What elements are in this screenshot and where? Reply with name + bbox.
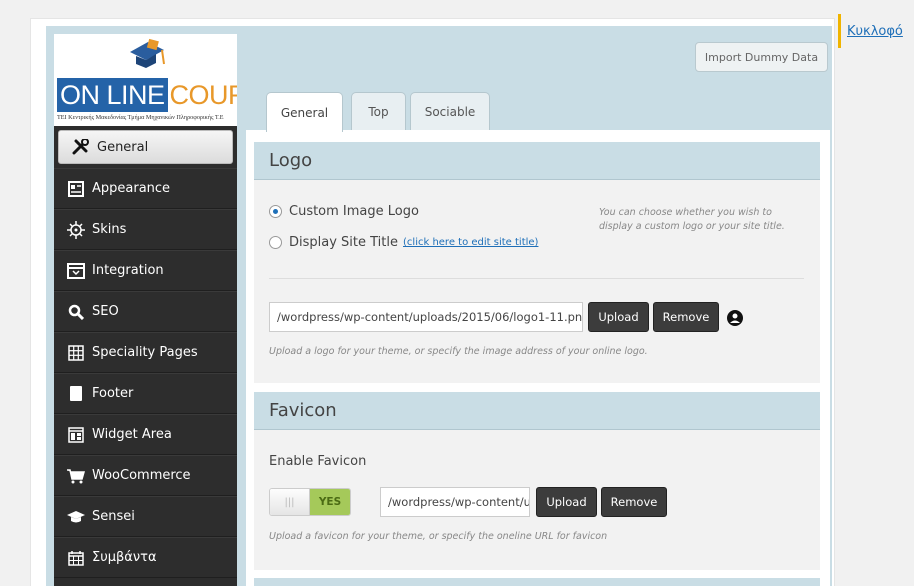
radio-label: Custom Image Logo	[289, 204, 419, 219]
toggle-state: YES	[310, 489, 350, 515]
layout-icon	[66, 180, 86, 198]
sidebar-item-label: Widget Area	[92, 427, 172, 442]
tab-general[interactable]: General	[266, 92, 343, 132]
page-icon	[66, 385, 86, 403]
window-icon	[66, 262, 86, 280]
logo-upload-button[interactable]: Upload	[588, 302, 649, 332]
sidebar-item-widget-area[interactable]: Widget Area	[54, 414, 237, 455]
logo-word-courses: COURCES	[169, 80, 237, 110]
sidebar-item-sensei[interactable]: Sensei	[54, 496, 237, 537]
calendar-icon	[66, 549, 86, 567]
sidebar-item-label: Appearance	[92, 181, 171, 196]
radio-selected-icon	[269, 205, 282, 218]
site-logo: ON LINECOURCES ΤΕΙ Κεντρικής Μακεδονίας …	[54, 34, 237, 126]
tab-top[interactable]: Top	[351, 92, 406, 130]
enable-favicon-toggle[interactable]: ||| YES	[269, 488, 351, 516]
side-link[interactable]: Κυκλοφό	[838, 14, 914, 48]
favicon-section-title: Favicon	[254, 392, 820, 430]
sidebar-item-label: Integration	[92, 263, 164, 278]
sidebar-item-footer[interactable]: Footer	[54, 373, 237, 414]
favicon-remove-button[interactable]: Remove	[601, 487, 667, 517]
graduation-cap-icon	[66, 508, 86, 526]
toggle-knob: |||	[270, 489, 310, 515]
divider	[269, 278, 804, 279]
favicon-upload-help: Upload a favicon for your theme, or spec…	[269, 531, 608, 542]
sidebar-item-label: Skins	[92, 222, 127, 237]
sidebar-item-integration[interactable]: Integration	[54, 250, 237, 291]
sidebar-item-events[interactable]: Συμβάντα	[54, 537, 237, 578]
logo-word-on: ON LINE	[57, 78, 168, 112]
sidebar-item-label: Footer	[92, 386, 134, 401]
wrench-icon	[71, 138, 91, 156]
options-sidebar: ON LINECOURCES ΤΕΙ Κεντρικής Μακεδονίας …	[54, 34, 237, 586]
radio-display-site-title[interactable]: Display Site Title (click here to edit s…	[269, 235, 538, 250]
logo-section-title: Logo	[254, 142, 820, 180]
sidebar-item-general[interactable]: General	[58, 130, 233, 164]
logo-section-body: Custom Image Logo Display Site Title (cl…	[254, 180, 820, 383]
cart-icon	[66, 467, 86, 485]
search-icon	[66, 303, 86, 321]
sidebar-item-appearance[interactable]: Appearance	[54, 168, 237, 209]
logo-upload-help: Upload a logo for your theme, or specify…	[269, 346, 648, 357]
sidebar-item-label: General	[97, 139, 149, 155]
radio-label: Display Site Title	[289, 235, 399, 250]
grid-icon	[66, 344, 86, 362]
tab-sociable[interactable]: Sociable	[410, 92, 490, 130]
sidebar-item-skins[interactable]: Skins	[54, 209, 237, 250]
sidebar-item-label: WooCommerce	[92, 468, 191, 483]
logo-wordmark: ON LINECOURCES	[57, 78, 237, 112]
sidebar-item-speciality-pages[interactable]: Speciality Pages	[54, 332, 237, 373]
next-section-header	[254, 578, 820, 586]
sidebar-item-seo[interactable]: SEO	[54, 291, 237, 332]
tab-content: Logo Custom Image Logo Display Site Titl…	[246, 130, 830, 586]
theme-options-panel: ON LINECOURCES ΤΕΙ Κεντρικής Μακεδονίας …	[46, 26, 832, 586]
favicon-path-input[interactable]: /wordpress/wp-content/u	[380, 487, 530, 517]
sidebar-item-label: Sensei	[92, 509, 135, 524]
skin-wheel-icon	[66, 220, 86, 239]
image-preview-icon[interactable]	[727, 310, 743, 326]
sidebar-item-woocommerce[interactable]: WooCommerce	[54, 455, 237, 496]
radio-custom-image-logo[interactable]: Custom Image Logo	[269, 204, 419, 219]
sidebar-item-label: Speciality Pages	[92, 345, 198, 360]
graduation-cap-logo-icon	[130, 38, 165, 68]
favicon-section-body: Enable Favicon ||| YES /wordpress/wp-con…	[254, 430, 820, 570]
enable-favicon-label: Enable Favicon	[269, 454, 367, 469]
logo-path-input[interactable]: /wordpress/wp-content/uploads/2015/06/lo…	[269, 302, 583, 332]
favicon-upload-button[interactable]: Upload	[536, 487, 597, 517]
sidebar-item-label: SEO	[92, 304, 119, 319]
sidebar-item-label: Συμβάντα	[92, 550, 157, 565]
logo-type-hint: You can choose whether you wish to displ…	[599, 207, 785, 232]
logo-subtitle: ΤΕΙ Κεντρικής Μακεδονίας Τμήμα Μηχανικών…	[57, 114, 224, 121]
import-dummy-data-button[interactable]: Import Dummy Data	[695, 42, 828, 72]
radio-unselected-icon	[269, 236, 282, 249]
widget-icon	[66, 426, 86, 444]
edit-site-title-link[interactable]: (click here to edit site title)	[403, 237, 538, 248]
logo-remove-button[interactable]: Remove	[653, 302, 719, 332]
